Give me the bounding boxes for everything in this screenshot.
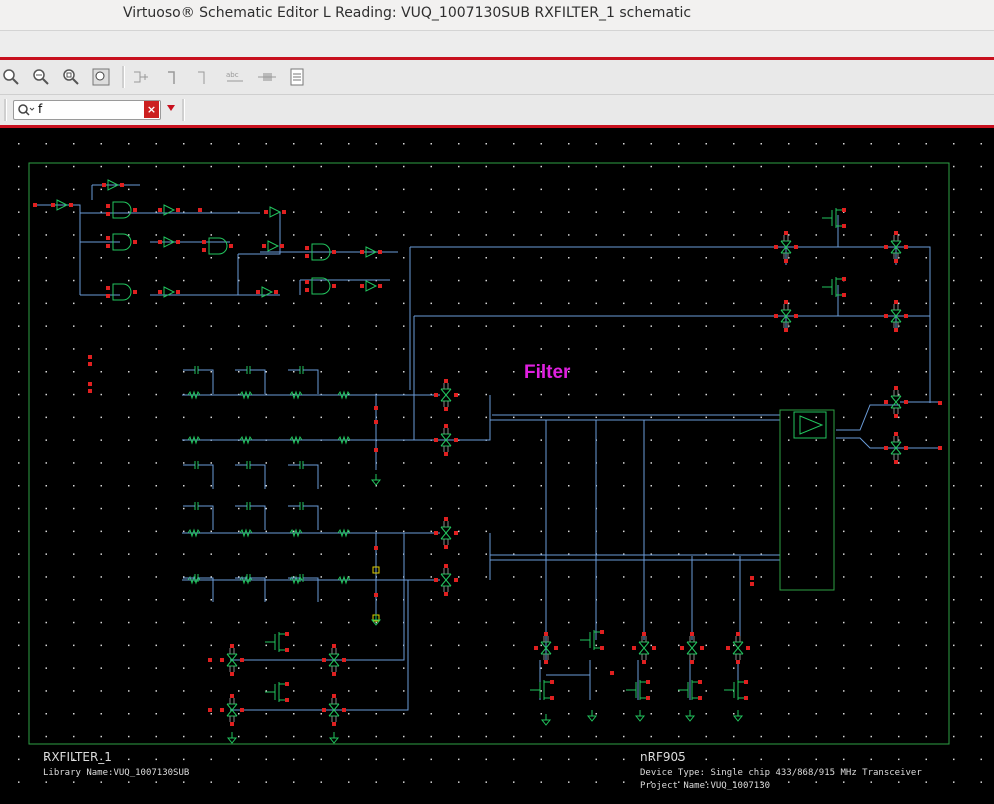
main-toolbar: abc (0, 60, 994, 95)
inverter-symbol (269, 206, 282, 218)
mosfet-symbol (530, 680, 552, 700)
ground-icon (328, 732, 340, 744)
window-titlebar: Virtuoso® Schematic Editor L Reading: VU… (0, 0, 994, 31)
add-wire-narrow-icon[interactable] (194, 68, 212, 86)
ground-icon (634, 710, 646, 722)
mosfet-symbol (724, 680, 746, 700)
search-value: f (38, 102, 43, 116)
zoom-in-icon[interactable] (32, 68, 50, 86)
zoom-fit-icon[interactable] (2, 68, 20, 86)
mosfet-symbol (822, 208, 844, 228)
and-gate-symbol (112, 201, 132, 219)
capacitor-symbol (183, 366, 214, 394)
capacitor-symbol (183, 574, 214, 602)
menu-bar (0, 31, 994, 57)
ground-icon (684, 710, 696, 722)
capacitor-symbol (288, 461, 319, 489)
pins (33, 183, 942, 726)
mosfet-symbol (265, 632, 287, 652)
schematic-drawing: Filter (18, 143, 982, 783)
mosfet-symbol (265, 682, 287, 702)
properties-icon[interactable] (288, 68, 306, 86)
transmission-gate-symbol (440, 383, 452, 407)
ground-icon (540, 714, 552, 726)
titleblock-library: Library Name:VUQ_1007130SUB (43, 768, 190, 778)
net-label-filter: Filter (524, 362, 571, 383)
transmission-gate-symbol (732, 636, 744, 660)
add-label-icon[interactable]: abc (226, 68, 244, 86)
zoom-area-icon[interactable] (92, 68, 110, 86)
toolbar-separator (122, 66, 125, 88)
capacitor-symbol (235, 461, 266, 489)
ground-icon (586, 710, 598, 722)
and-gate-symbol (112, 283, 132, 301)
capacitor-symbol (183, 461, 214, 489)
add-pin-icon[interactable] (132, 68, 150, 86)
window-title: Virtuoso® Schematic Editor L Reading: VU… (123, 5, 692, 21)
search-icon (18, 104, 35, 116)
capacitor-symbol (288, 366, 319, 394)
toolbar-separator (4, 99, 7, 121)
transmission-gate-symbol (440, 521, 452, 545)
capacitor-symbol (235, 502, 266, 530)
capacitor-symbol (183, 502, 214, 530)
ground-icon (226, 732, 238, 744)
mosfet-symbol (678, 680, 700, 700)
titleblock-cell-name: RXFILTER_1 (43, 750, 112, 764)
symbols (56, 179, 902, 744)
titleblock-project: Project Name:VUQ_1007130 (640, 781, 771, 791)
grid-dots (18, 143, 982, 783)
capacitor-symbol (288, 502, 319, 530)
mosfet-symbol (580, 630, 602, 650)
chevron-down-icon[interactable] (166, 104, 176, 112)
add-wire-icon[interactable] (164, 68, 182, 86)
toolbar-separator (182, 99, 185, 121)
inverter-symbol (365, 280, 378, 292)
schematic-canvas[interactable]: Filter RXFILTER_1 Library Name:VUQ_10071… (0, 128, 994, 800)
and-gate-symbol (208, 237, 228, 255)
zoom-out-icon[interactable] (62, 68, 80, 86)
wires (36, 184, 940, 711)
capacitor-symbol (235, 366, 266, 394)
ground-icon (732, 710, 744, 722)
ground-icon (370, 474, 382, 486)
capacitor-symbol (235, 574, 266, 602)
inverter-symbol (267, 240, 280, 252)
add-instance-icon[interactable] (258, 68, 276, 86)
mosfet-symbol (822, 277, 844, 297)
clear-search-button[interactable]: × (144, 101, 159, 118)
svg-text:abc: abc (226, 71, 239, 79)
capacitor-symbol (288, 574, 319, 602)
search-input[interactable]: f (13, 100, 161, 120)
sheet-frame (28, 162, 950, 745)
transmission-gate-symbol (440, 568, 452, 592)
transmission-gate-symbol (890, 390, 902, 414)
titleblock-device-type: Device Type: Single chip 433/868/915 MHz… (640, 768, 922, 778)
filter-block (779, 409, 835, 591)
titleblock-device-name: nRF905 (640, 750, 686, 764)
mosfet-symbol (626, 680, 648, 700)
